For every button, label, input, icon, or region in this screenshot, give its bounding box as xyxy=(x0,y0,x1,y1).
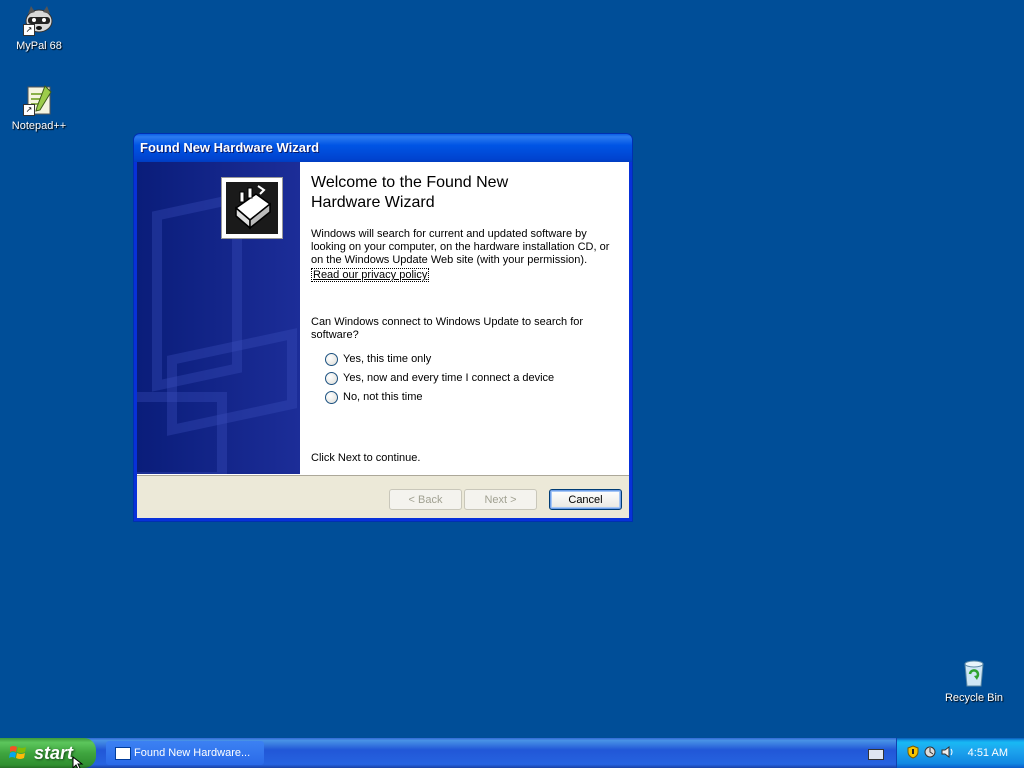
privacy-policy-link[interactable]: Read our privacy policy xyxy=(311,268,430,282)
wizard-window: Found New Hardware Wizard Welcome to the… xyxy=(133,133,633,522)
window-icon xyxy=(115,747,131,760)
clock[interactable]: 4:51 AM xyxy=(968,747,1008,759)
continue-text: Click Next to continue. xyxy=(311,452,421,464)
window-title-bar[interactable]: Found New Hardware Wizard xyxy=(134,134,632,162)
option-no[interactable]: No, not this time xyxy=(325,389,422,405)
option-yes-every-time[interactable]: Yes, now and every time I connect a devi… xyxy=(325,370,554,386)
radio-button[interactable] xyxy=(325,352,338,366)
hardware-device-icon xyxy=(221,177,283,239)
cancel-button[interactable]: Cancel xyxy=(549,489,622,510)
mouse-cursor-icon xyxy=(72,756,84,768)
recycle-bin-icon xyxy=(958,656,990,688)
desktop-icon-recycle-bin[interactable]: Recycle Bin xyxy=(936,656,1012,704)
question-text: Can Windows connect to Windows Update to… xyxy=(311,316,584,341)
security-shield-icon[interactable] xyxy=(906,745,920,759)
wizard-content: Welcome to the Found New Hardware Wizard… xyxy=(300,162,629,474)
volume-icon[interactable] xyxy=(940,745,954,759)
option-label: No, not this time xyxy=(343,391,423,403)
start-label: start xyxy=(34,743,74,763)
desktop-icon-label: MyPal 68 xyxy=(16,40,62,52)
shortcut-arrow-icon: ↗ xyxy=(23,104,35,116)
desktop-icon-label: Recycle Bin xyxy=(944,692,1004,704)
intro-text: Windows will search for current and upda… xyxy=(311,228,610,266)
radio-button[interactable] xyxy=(325,390,338,404)
taskbar-button-wizard[interactable]: Found New Hardware... xyxy=(106,741,264,765)
taskbar: start Found New Hardware... 4:51 AM xyxy=(0,738,1024,768)
wizard-banner xyxy=(137,162,300,474)
radio-button[interactable] xyxy=(325,371,338,385)
window-body: Welcome to the Found New Hardware Wizard… xyxy=(137,162,629,518)
window-title: Found New Hardware Wizard xyxy=(140,140,320,155)
option-yes-this-time[interactable]: Yes, this time only xyxy=(325,351,431,367)
back-button[interactable]: < Back xyxy=(389,489,462,510)
desktop-icon-label: Notepad++ xyxy=(11,120,67,132)
shortcut-arrow-icon: ↗ xyxy=(23,24,35,36)
next-button[interactable]: Next > xyxy=(464,489,537,510)
option-label: Yes, this time only xyxy=(343,353,432,365)
network-icon[interactable] xyxy=(923,745,937,759)
system-tray: 4:51 AM xyxy=(896,738,1024,768)
wizard-button-bar: < Back Next > Cancel xyxy=(137,475,629,518)
raccoon-icon: ↗ xyxy=(23,4,55,36)
notepadpp-icon: ↗ xyxy=(23,84,55,116)
desktop-icon-mypal[interactable]: ↗ MyPal 68 xyxy=(1,4,77,52)
keyboard-icon[interactable] xyxy=(868,749,884,760)
windows-logo-icon xyxy=(9,746,26,759)
desktop-icon-notepadpp[interactable]: ↗ Notepad++ xyxy=(1,84,77,132)
option-label: Yes, now and every time I connect a devi… xyxy=(343,372,555,384)
taskbar-button-label: Found New Hardware... xyxy=(134,747,251,759)
wizard-heading: Welcome to the Found New Hardware Wizard xyxy=(311,174,509,211)
